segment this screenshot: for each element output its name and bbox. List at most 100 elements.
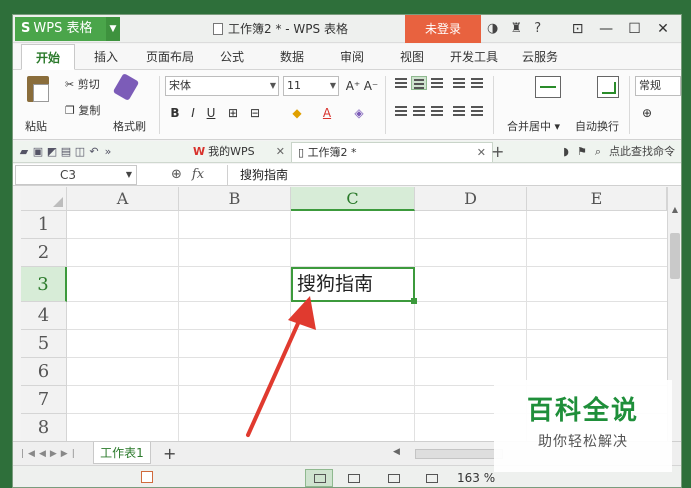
select-all-corner[interactable] [21, 187, 67, 211]
skin-icon[interactable]: ◑ [487, 21, 498, 36]
wrap-text-button[interactable]: 自动换行 [575, 118, 619, 134]
undo-icon[interactable]: ↶ [87, 141, 101, 163]
column-header-e[interactable]: E [527, 187, 667, 211]
close-button[interactable]: ✕ [651, 15, 675, 43]
fill-color-icon[interactable]: ◆ [289, 104, 305, 122]
formula-input[interactable]: 搜狗指南 [227, 165, 679, 185]
row-header-7[interactable]: 7 [21, 386, 67, 414]
maximize-button[interactable]: ☐ [623, 15, 647, 43]
decrease-indent-icon[interactable] [451, 76, 467, 90]
page-break-view-button[interactable] [339, 469, 367, 487]
sheet-tab-1[interactable]: 工作表1 [93, 442, 151, 464]
tab-my-wps[interactable]: W 我的WPS ✕ [187, 142, 291, 162]
tab-workbook[interactable]: ▯ 工作簿2 * ✕ [291, 142, 493, 162]
font-size-select[interactable]: 11 ▼ [283, 76, 339, 96]
clear-format-icon[interactable]: ◈ [351, 104, 367, 122]
reading-mode-button[interactable] [379, 469, 407, 487]
column-header-d[interactable]: D [415, 187, 527, 211]
row-header-4[interactable]: 4 [21, 302, 67, 330]
flag-icon[interactable]: ⚑ [577, 145, 587, 158]
number-format-select[interactable]: 常规 [635, 76, 681, 96]
normal-view-button[interactable] [305, 469, 333, 487]
tab-view[interactable]: 视图 [389, 44, 435, 70]
insert-function-button[interactable]: fx [192, 167, 204, 182]
row-header-5[interactable]: 5 [21, 330, 67, 358]
align-left-icon[interactable] [393, 104, 409, 118]
restore-ribbon-icon[interactable]: ⊡ [566, 15, 590, 43]
paste-icon[interactable] [27, 76, 49, 102]
justify-icon[interactable] [451, 104, 467, 118]
login-button[interactable]: 未登录 [405, 15, 481, 43]
font-color-icon[interactable]: A [319, 104, 335, 122]
currency-format-icon[interactable]: ⊕ [639, 104, 655, 122]
tab-insert[interactable]: 插入 [83, 44, 129, 70]
add-sheet-button[interactable]: + [163, 442, 176, 466]
shirt-icon[interactable]: ♜ [510, 21, 522, 36]
minimize-button[interactable]: — [594, 15, 618, 43]
paste-button[interactable]: 粘贴 [25, 118, 47, 134]
row-header-6[interactable]: 6 [21, 358, 67, 386]
scissors-icon: ✂ [65, 78, 78, 91]
cut-button[interactable]: ✂ 剪切 [65, 76, 100, 92]
merge-center-button[interactable]: 合并居中 ▾ [507, 118, 560, 134]
tab-formulas[interactable]: 公式 [209, 44, 255, 70]
h-scroll-thumb[interactable] [415, 449, 503, 459]
copy-button[interactable]: ❐ 复制 [65, 102, 100, 118]
new-tab-button[interactable]: + [491, 141, 504, 163]
open-folder-icon[interactable]: ▰ [17, 141, 31, 163]
horizontal-scrollbar[interactable]: ◀ [393, 447, 503, 461]
tab-page-layout[interactable]: 页面布局 [137, 44, 203, 70]
bold-icon[interactable]: B [167, 104, 183, 122]
export-pdf-icon[interactable]: ◩ [45, 141, 59, 163]
align-top-icon[interactable] [393, 76, 409, 90]
row-header-8[interactable]: 8 [21, 414, 67, 441]
tab-review[interactable]: 审阅 [329, 44, 375, 70]
zoom-icon[interactable]: ⊕ [171, 167, 182, 182]
font-family-select[interactable]: 宋体 ▼ [165, 76, 279, 96]
calendar-icon[interactable] [141, 471, 153, 483]
decrease-font-icon[interactable]: A⁻ [363, 77, 379, 95]
increase-font-icon[interactable]: A⁺ [345, 77, 361, 95]
print-preview-icon[interactable]: ◫ [73, 141, 87, 163]
column-header-c[interactable]: C [291, 187, 415, 211]
close-icon[interactable]: ✕ [477, 143, 486, 163]
merge-cells-icon[interactable]: ⊟ [247, 104, 263, 122]
tab-data[interactable]: 数据 [269, 44, 315, 70]
wrap-text-icon[interactable] [597, 76, 619, 98]
row-header-2[interactable]: 2 [21, 239, 67, 267]
column-header-a[interactable]: A [67, 187, 179, 211]
tab-developer[interactable]: 开发工具 [441, 44, 507, 70]
backup-icon[interactable]: ◗ [563, 145, 569, 158]
save-icon[interactable]: ▣ [31, 141, 45, 163]
zoom-level[interactable]: 163 % [457, 466, 495, 487]
sheet-navigation[interactable]: |◀◀▶▶| [21, 442, 79, 466]
name-box[interactable]: C3 ▼ [15, 165, 137, 185]
eye-protect-button[interactable] [417, 469, 445, 487]
app-menu-button[interactable]: S WPS 表格 ▼ [15, 17, 120, 41]
scroll-left-icon[interactable]: ◀ [393, 447, 400, 457]
tab-home[interactable]: 开始 [21, 44, 75, 70]
underline-icon[interactable]: U [203, 104, 219, 122]
format-painter-icon[interactable] [112, 72, 140, 102]
align-right-icon[interactable] [429, 104, 445, 118]
more-icon[interactable]: » [101, 141, 115, 163]
align-center-icon[interactable] [411, 104, 427, 118]
tab-cloud[interactable]: 云服务 [513, 44, 567, 70]
print-icon[interactable]: ▤ [59, 141, 73, 163]
distributed-icon[interactable] [469, 104, 485, 118]
align-middle-icon[interactable] [411, 76, 427, 90]
increase-indent-icon[interactable] [469, 76, 485, 90]
scroll-thumb[interactable] [670, 233, 680, 279]
align-bottom-icon[interactable] [429, 76, 445, 90]
merge-center-icon[interactable] [535, 76, 561, 98]
command-search[interactable]: ◗ ⚑ ⌕ 点此查找命令 [555, 141, 675, 163]
row-header-1[interactable]: 1 [21, 211, 67, 239]
italic-icon[interactable]: I [185, 104, 201, 122]
column-header-b[interactable]: B [179, 187, 291, 211]
close-icon[interactable]: ✕ [276, 142, 285, 162]
row-header-3[interactable]: 3 [21, 267, 67, 302]
help-icon[interactable]: ? [534, 21, 541, 36]
scroll-up-icon[interactable]: ▲ [668, 203, 681, 217]
format-painter-button[interactable]: 格式刷 [113, 118, 146, 134]
border-icon[interactable]: ⊞ [225, 104, 241, 122]
